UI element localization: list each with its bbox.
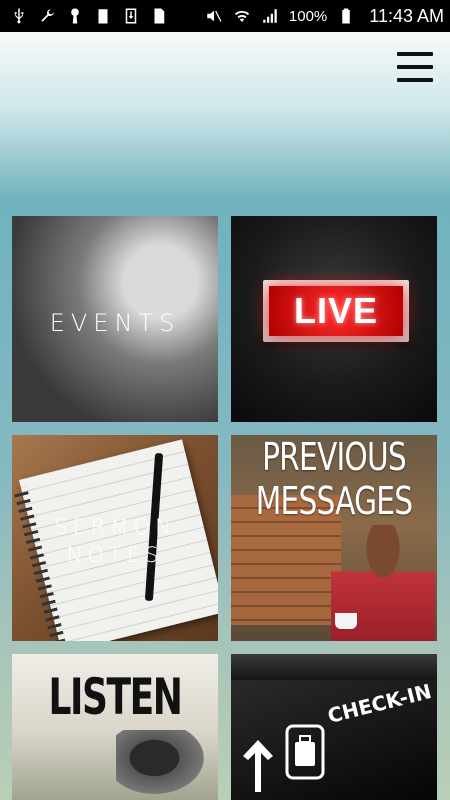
sermon-notes-label-line2: NOTES <box>66 543 164 567</box>
live-label: LIVE <box>293 290 378 331</box>
menu-bar-line <box>397 78 433 82</box>
mute-icon <box>205 7 223 25</box>
battery-100-icon <box>94 7 112 25</box>
previous-messages-label-line1: PREVIOUS <box>262 435 407 479</box>
signal-icon <box>261 7 279 25</box>
live-sign: LIVE <box>263 280 409 342</box>
status-bar: 100% 11:43 AM <box>0 0 450 32</box>
events-label: EVENTS <box>49 309 181 337</box>
live-sign-panel: LIVE <box>269 286 403 336</box>
sermon-notes-label-line1: SERMON <box>54 515 176 539</box>
keyhole-icon <box>66 7 84 25</box>
ceiling-image <box>231 654 437 680</box>
sermon-notes-tile[interactable]: SERMON NOTES <box>12 435 218 641</box>
wrench-icon <box>38 7 56 25</box>
status-left-icons <box>10 7 168 25</box>
live-tile[interactable]: LIVE <box>231 216 437 422</box>
sermon-notes-label: SERMON NOTES <box>12 513 218 569</box>
download-icon <box>122 7 140 25</box>
events-tile[interactable]: EVENTS <box>12 216 218 422</box>
status-right-icons: 100% 11:43 AM <box>205 6 444 27</box>
battery-icon <box>337 7 355 25</box>
hamburger-menu-icon[interactable] <box>396 50 434 84</box>
menu-bar-line <box>397 65 433 69</box>
listen-label: LISTEN <box>48 668 183 726</box>
clock: 11:43 AM <box>369 5 444 26</box>
luggage-icon <box>285 724 325 780</box>
previous-messages-label-line2: MESSAGES <box>255 479 413 523</box>
sim-card-icon <box>150 7 168 25</box>
battery-percentage: 100% <box>288 7 328 25</box>
wifi-icon <box>233 7 251 25</box>
previous-messages-tile[interactable]: PREVIOUS MESSAGES <box>231 435 437 641</box>
listener-with-headphones-image <box>116 730 212 800</box>
listen-tile[interactable]: LISTEN <box>12 654 218 800</box>
check-in-tile[interactable]: CHECK-IN <box>231 654 437 800</box>
arrow-up-icon <box>241 738 275 792</box>
usb-icon <box>10 7 28 25</box>
menu-bar-line <box>397 52 433 56</box>
previous-messages-label: PREVIOUS MESSAGES <box>254 435 415 523</box>
coffee-cup-image <box>335 613 357 629</box>
